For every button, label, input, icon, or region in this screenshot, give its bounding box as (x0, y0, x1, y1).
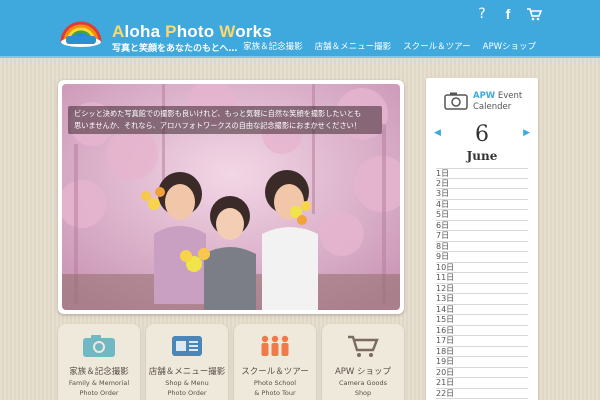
nav-school-tour[interactable]: スクール＆ツアー (403, 40, 471, 52)
shopping-cart-icon (348, 335, 379, 357)
service-cards: 家族＆記念撮影 Family & Memorial Photo Order 店舗… (58, 324, 408, 400)
card-apw-shop[interactable]: APW ショップ Camera Goods Shop (322, 324, 404, 400)
calendar-day-row[interactable]: 16日 (436, 326, 528, 336)
calendar-day-row[interactable]: 3日 (436, 189, 528, 200)
card-family-memorial[interactable]: 家族＆記念撮影 Family & Memorial Photo Order (58, 324, 140, 400)
nav-shop-menu[interactable]: 店舗＆メニュー撮影 (315, 40, 392, 52)
card-title: 家族＆記念撮影 (69, 367, 129, 377)
calendar-day-row[interactable]: 2日 (436, 179, 528, 189)
camera-icon (444, 92, 468, 110)
calendar-day-row[interactable]: 14日 (436, 305, 528, 315)
brand-name[interactable]: Aloha Photo Works (112, 22, 272, 42)
calendar-day-list: 1日 2日 3日 4日 5日 6日 7日 8日 9日 10日 11日 12日 1… (436, 168, 528, 399)
facebook-icon[interactable]: f (500, 6, 516, 22)
calendar-day-row[interactable]: 21日 (436, 378, 528, 389)
calendar-day-row[interactable]: 17日 (436, 336, 528, 347)
card-title: 店舗＆メニュー撮影 (148, 367, 226, 377)
calendar-day-row[interactable]: 22日 (436, 389, 528, 399)
site-header: Aloha Photo Works 写真と笑顔をあなたのもとへ… ? f 家族＆… (0, 0, 600, 58)
calendar-day-row[interactable]: 20日 (436, 368, 528, 378)
main-nav: 家族＆記念撮影 店舗＆メニュー撮影 スクール＆ツアー APWショップ (243, 40, 536, 52)
card-subtitle: Camera Goods (338, 379, 388, 387)
hero-frame: ビシッと決めた写真館での撮影も良いけれど、もっと気軽に自然な笑顔を撮影したいとも… (58, 80, 404, 314)
cart-icon[interactable] (526, 7, 542, 21)
event-calendar: APW Event Calender ◀ ▶ 6 June 1日 2日 3日 4… (426, 78, 538, 400)
card-subtitle: Photo Order (79, 389, 119, 397)
rainbow-logo-icon[interactable] (58, 12, 104, 48)
card-title: スクール＆ツアー (241, 367, 309, 377)
card-subtitle: Shop & Menu (165, 379, 209, 387)
calendar-title-line2: Calender (473, 102, 512, 112)
calendar-day-row[interactable]: 13日 (436, 294, 528, 305)
card-subtitle: Photo School (253, 379, 297, 387)
card-shop-menu[interactable]: 店舗＆メニュー撮影 Shop & Menu Photo Order (146, 324, 228, 400)
calendar-month: June (466, 149, 498, 163)
calendar-title: APW Event (473, 91, 523, 101)
calendar-header: APW Event Calender (426, 78, 538, 118)
calendar-day-row[interactable]: 8日 (436, 242, 528, 252)
help-icon[interactable]: ? (474, 6, 490, 22)
hero-caption: ビシッと決めた写真館での撮影も良いけれど、もっと気軽に自然な笑顔を撮影したいとも… (68, 106, 382, 134)
calendar-day-row[interactable]: 18日 (436, 347, 528, 357)
calendar-day-row[interactable]: 12日 (436, 284, 528, 294)
calendar-day: 6 (475, 122, 489, 147)
calendar-day-row[interactable]: 19日 (436, 357, 528, 368)
card-subtitle: & Photo Tour (254, 389, 296, 397)
card-subtitle: Family & Memorial (68, 379, 130, 387)
calendar-day-row[interactable]: 5日 (436, 210, 528, 221)
calendar-day-row[interactable]: 11日 (436, 273, 528, 284)
calendar-day-row[interactable]: 9日 (436, 252, 528, 263)
calendar-day-row[interactable]: 7日 (436, 231, 528, 242)
calendar-day-row[interactable]: 10日 (436, 263, 528, 273)
nav-family[interactable]: 家族＆記念撮影 (243, 40, 303, 52)
calendar-day-row[interactable]: 1日 (436, 168, 528, 179)
hero-caption-line2: 思いませんか、それなら、アロハフォトワークスの自由な記念撮影におまかせください！ (74, 121, 361, 130)
tagline: 写真と笑顔をあなたのもとへ… (112, 44, 238, 54)
shop-menu-icon (172, 336, 202, 356)
calendar-day-row[interactable]: 15日 (436, 315, 528, 326)
hero-caption-line1: ビシッと決めた写真館での撮影も良いけれど、もっと気軽に自然な笑顔を撮影したいとも (74, 109, 362, 118)
calendar-day-row[interactable]: 6日 (436, 221, 528, 231)
group-people-icon (261, 335, 289, 356)
nav-apw-shop[interactable]: APWショップ (483, 40, 536, 52)
card-subtitle: Photo Order (167, 389, 207, 397)
card-subtitle: Shop (354, 389, 372, 397)
card-school-tour[interactable]: スクール＆ツアー Photo School & Photo Tour (234, 324, 316, 400)
calendar-day-row[interactable]: 4日 (436, 200, 528, 210)
card-title: APW ショップ (334, 367, 392, 377)
camera-icon (83, 335, 115, 357)
hero-photo: ビシッと決めた写真館での撮影も良いけれど、もっと気軽に自然な笑顔を撮影したいとも… (62, 84, 400, 310)
top-icons: ? f (474, 6, 542, 22)
